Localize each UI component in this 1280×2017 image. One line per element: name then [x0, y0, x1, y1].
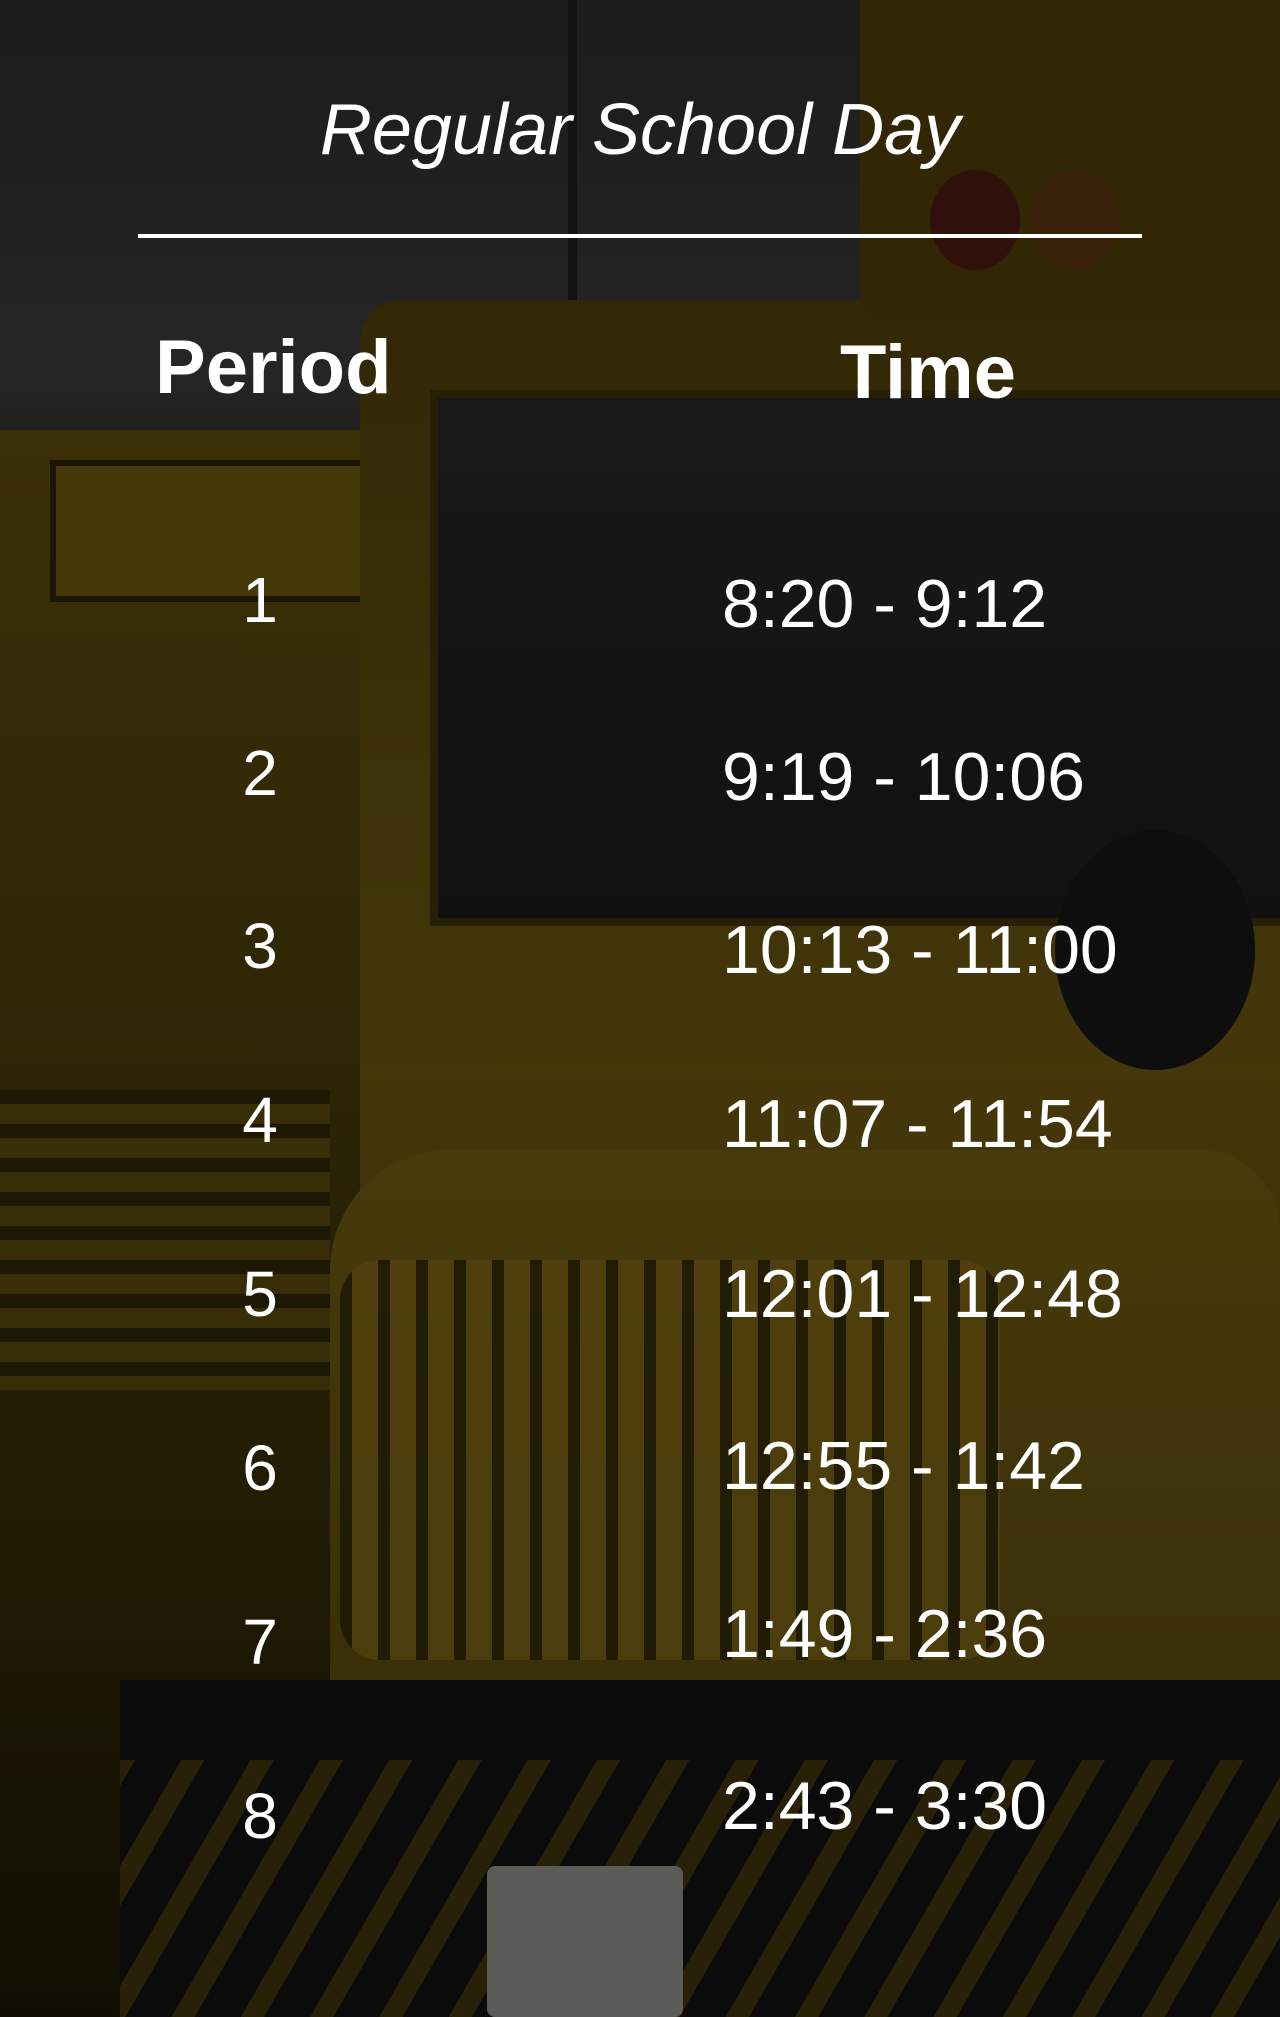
period-number: 3	[242, 910, 278, 982]
schedule-row: 7 1:49 - 2:36	[0, 1596, 1280, 1682]
period-number: 6	[242, 1432, 278, 1504]
schedule-row: 5 12:01 - 12:48	[0, 1254, 1280, 1334]
period-time-range: 12:55 - 1:42	[722, 1428, 1085, 1504]
period-number: 2	[242, 737, 278, 809]
schedule-row: 2 9:19 - 10:06	[0, 733, 1280, 815]
period-number: 5	[242, 1258, 278, 1330]
schedule-content: Regular School Day Period Time 1 8:20 - …	[0, 0, 1280, 2017]
period-number: 1	[242, 564, 278, 636]
period-time-range: 2:43 - 3:30	[722, 1768, 1048, 1844]
schedule-row: 1 8:20 - 9:12	[0, 560, 1280, 642]
schedule-row: 8 2:43 - 3:30	[0, 1768, 1280, 1856]
period-number: 4	[242, 1084, 278, 1156]
schedule-screen: Regular School Day Period Time 1 8:20 - …	[0, 0, 1280, 2017]
period-time-range: 9:19 - 10:06	[722, 739, 1085, 815]
period-number: 7	[242, 1606, 278, 1678]
period-time-range: 12:01 - 12:48	[722, 1256, 1123, 1332]
schedule-row: 6 12:55 - 1:42	[0, 1428, 1280, 1508]
period-time-range: 8:20 - 9:12	[722, 566, 1048, 642]
page-title: Regular School Day	[319, 90, 961, 170]
period-time-range: 11:07 - 11:54	[722, 1086, 1113, 1162]
column-header-period: Period	[155, 325, 392, 410]
period-number: 8	[242, 1780, 278, 1852]
column-header-time: Time	[840, 330, 1017, 415]
title-divider	[138, 234, 1142, 238]
schedule-row: 3 10:13 - 11:00	[0, 906, 1280, 988]
period-time-range: 1:49 - 2:36	[722, 1596, 1048, 1672]
schedule-row: 4 11:07 - 11:54	[0, 1080, 1280, 1162]
period-time-range: 10:13 - 11:00	[722, 912, 1118, 988]
